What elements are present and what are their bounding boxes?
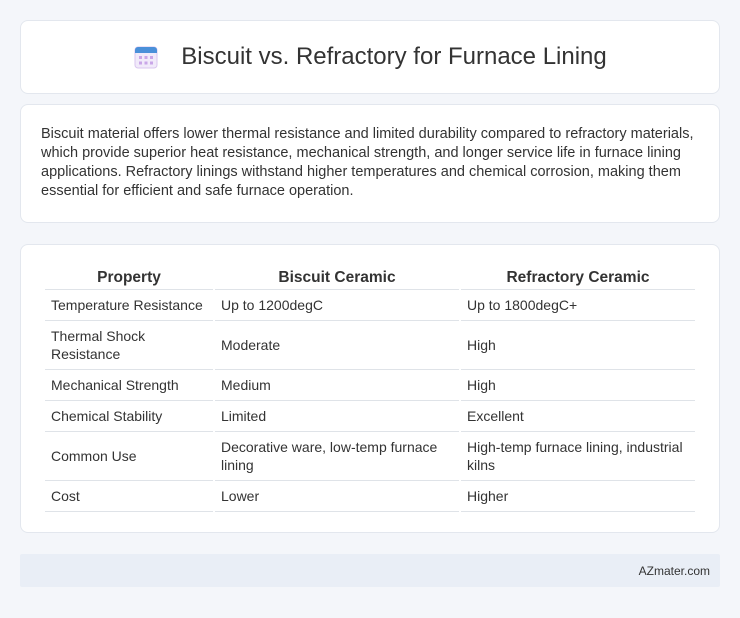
comparison-table-card: Property Biscuit Ceramic Refractory Cera… <box>20 244 720 533</box>
title-card: Biscuit vs. Refractory for Furnace Linin… <box>20 20 720 94</box>
table-cell: Moderate <box>215 321 459 370</box>
table-cell: Decorative ware, low-temp furnace lining <box>215 432 459 481</box>
footer: AZmater.com <box>20 554 720 587</box>
table-cell: High <box>461 370 695 401</box>
table-cell: Cost <box>45 481 213 512</box>
table-cell: High-temp furnace lining, industrial kil… <box>461 432 695 481</box>
column-header-property: Property <box>45 265 213 290</box>
table-header-row: Property Biscuit Ceramic Refractory Cera… <box>45 265 695 290</box>
footer-brand: AZmater.com <box>638 563 710 578</box>
table-cell: Common Use <box>45 432 213 481</box>
table-cell: Temperature Resistance <box>45 290 213 321</box>
table-cell: Thermal Shock Resistance <box>45 321 213 370</box>
column-header-refractory: Refractory Ceramic <box>461 265 695 290</box>
table-row: Cost Lower Higher <box>45 481 695 512</box>
table-cell: Lower <box>215 481 459 512</box>
table-cell: Up to 1200degC <box>215 290 459 321</box>
comparison-table: Property Biscuit Ceramic Refractory Cera… <box>43 265 697 512</box>
table-row: Temperature Resistance Up to 1200degC Up… <box>45 290 695 321</box>
table-row: Thermal Shock Resistance Moderate High <box>45 321 695 370</box>
table-cell: Medium <box>215 370 459 401</box>
summary-card: Biscuit material offers lower thermal re… <box>20 104 720 223</box>
table-row: Chemical Stability Limited Excellent <box>45 401 695 432</box>
column-header-biscuit: Biscuit Ceramic <box>215 265 459 290</box>
table-row: Common Use Decorative ware, low-temp fur… <box>45 432 695 481</box>
table-row: Mechanical Strength Medium High <box>45 370 695 401</box>
summary-text: Biscuit material offers lower thermal re… <box>41 126 694 199</box>
calendar-icon <box>134 46 158 69</box>
table-cell: Higher <box>461 481 695 512</box>
page-title: Biscuit vs. Refractory for Furnace Linin… <box>181 43 607 70</box>
table-cell: Up to 1800degC+ <box>461 290 695 321</box>
table-cell: Excellent <box>461 401 695 432</box>
table-cell: High <box>461 321 695 370</box>
table-cell: Chemical Stability <box>45 401 213 432</box>
table-cell: Mechanical Strength <box>45 370 213 401</box>
table-cell: Limited <box>215 401 459 432</box>
